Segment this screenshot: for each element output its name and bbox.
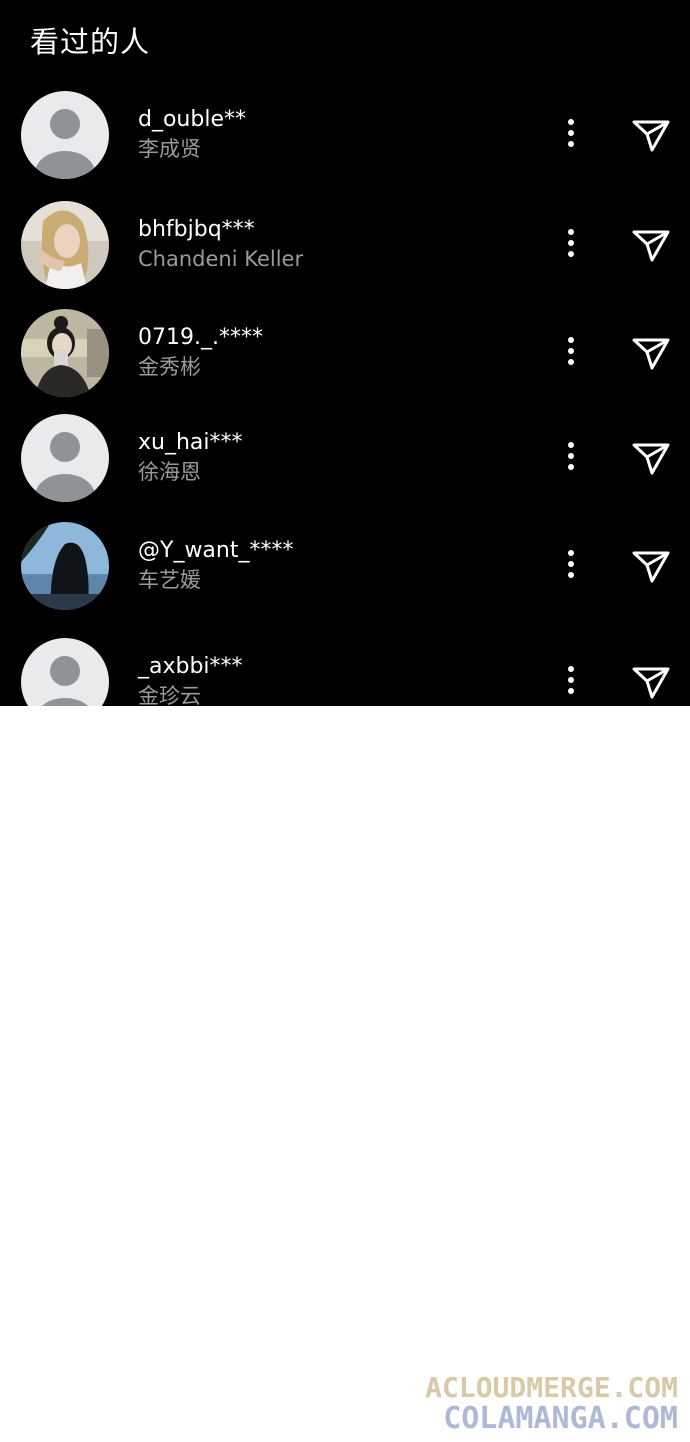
watermark-line-2: COLAMANGA.COM: [443, 1401, 678, 1436]
paper-plane-icon: [632, 551, 670, 583]
more-vertical-icon: [568, 442, 574, 470]
send-message-button[interactable]: [630, 224, 672, 264]
send-message-button[interactable]: [630, 545, 672, 585]
viewer-row[interactable]: 0719._.**** 金秀彬: [0, 302, 690, 402]
viewer-display-name: 车艺媛: [138, 568, 201, 592]
viewer-row[interactable]: @Y_want_**** 车艺媛: [0, 515, 690, 615]
panel-title: 看过的人: [30, 25, 151, 59]
more-options-button[interactable]: [556, 333, 586, 369]
viewer-row[interactable]: _axbbi*** 金珍云: [0, 631, 690, 706]
viewer-username[interactable]: d_ouble**: [138, 106, 246, 134]
paper-plane-icon: [632, 338, 670, 370]
viewer-username[interactable]: xu_hai***: [138, 429, 243, 457]
viewer-username[interactable]: 0719._.****: [138, 324, 263, 352]
default-avatar[interactable]: [21, 414, 109, 502]
more-options-button[interactable]: [556, 546, 586, 582]
default-avatar[interactable]: [21, 638, 109, 706]
more-vertical-icon: [568, 337, 574, 365]
viewer-display-name: Chandeni Keller: [138, 247, 304, 271]
viewer-display-name: 李成贤: [138, 137, 201, 161]
more-vertical-icon: [568, 550, 574, 578]
more-options-button[interactable]: [556, 438, 586, 474]
send-message-button[interactable]: [630, 437, 672, 477]
viewer-username[interactable]: @Y_want_****: [138, 537, 293, 565]
more-options-button[interactable]: [556, 225, 586, 261]
paper-plane-icon: [632, 120, 670, 152]
more-options-button[interactable]: [556, 662, 586, 698]
viewers-panel: 看过的人 d_ouble** 李成贤 bhfbjbq*** Chandeni K…: [0, 0, 690, 706]
more-vertical-icon: [568, 229, 574, 257]
viewer-row[interactable]: bhfbjbq*** Chandeni Keller: [0, 194, 690, 294]
more-vertical-icon: [568, 119, 574, 147]
default-avatar[interactable]: [21, 91, 109, 179]
more-options-button[interactable]: [556, 115, 586, 151]
viewer-row[interactable]: xu_hai*** 徐海恩: [0, 407, 690, 507]
watermark-line-1: ACLOUDMERGE.COM: [425, 1371, 678, 1404]
more-vertical-icon: [568, 666, 574, 694]
viewer-row[interactable]: d_ouble** 李成贤: [0, 84, 690, 184]
blonde-woman-photo[interactable]: [21, 201, 109, 289]
viewer-display-name: 徐海恩: [138, 460, 201, 484]
send-message-button[interactable]: [630, 661, 672, 701]
paper-plane-icon: [632, 230, 670, 262]
mirror-selfie-photo[interactable]: [21, 309, 109, 397]
viewer-username[interactable]: _axbbi***: [138, 653, 243, 681]
viewer-display-name: 金珍云: [138, 684, 201, 706]
send-message-button[interactable]: [630, 332, 672, 372]
beach-silhouette-photo[interactable]: [21, 522, 109, 610]
viewer-username[interactable]: bhfbjbq***: [138, 216, 255, 244]
viewer-display-name: 金秀彬: [138, 355, 201, 379]
paper-plane-icon: [632, 443, 670, 475]
paper-plane-icon: [632, 667, 670, 699]
send-message-button[interactable]: [630, 114, 672, 154]
